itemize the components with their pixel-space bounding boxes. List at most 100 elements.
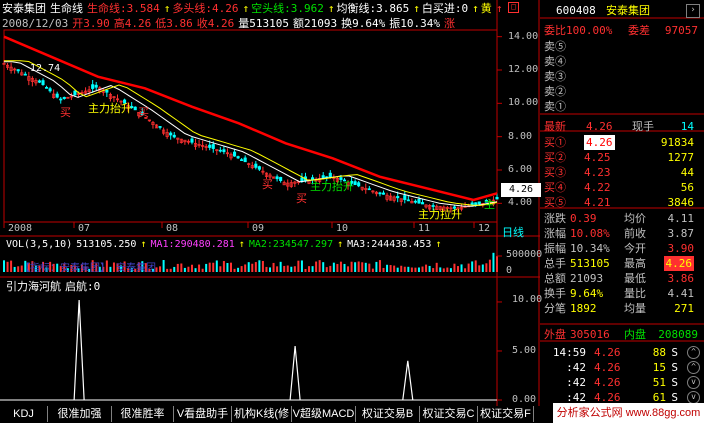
maximize-icon[interactable]: □	[508, 2, 519, 13]
ask-row[interactable]: 卖①	[540, 99, 704, 114]
volume-bar	[180, 263, 183, 272]
volume-ma3: MA3:244438.453	[347, 239, 432, 250]
volume-bar	[386, 264, 389, 272]
volume-bar	[364, 262, 367, 272]
price-axis-label: 14.00	[508, 30, 539, 42]
bar-date: 2008/12/03	[2, 17, 69, 30]
stat-value: 3.90	[667, 242, 695, 255]
indicator-tab[interactable]: 权证交易F	[478, 406, 534, 422]
volume-bar	[474, 260, 477, 272]
ohlc-header: 2008/12/03 开3.90 高4.26 低3.86 收4.26 量513105 额21…	[2, 17, 463, 31]
volume-bar	[162, 260, 165, 272]
candle	[353, 181, 357, 185]
bid-row[interactable]: 买② 4.25 1277	[540, 150, 704, 165]
volume-value: 513105.250	[76, 239, 137, 250]
volume-title[interactable]: VOL(3,5,10)	[6, 239, 72, 250]
indicator-tab[interactable]: V超级MACD	[292, 406, 356, 422]
price-axis-label: 10.00	[508, 97, 539, 109]
bid-row[interactable]: 买③ 4.23 44	[540, 165, 704, 180]
header-value: 多头线:4.26	[172, 2, 239, 15]
ma-line	[4, 60, 498, 206]
volume-bar	[233, 268, 236, 272]
bid-price: 4.25	[584, 151, 611, 164]
bid-row[interactable]: 买① 4.26 91834	[540, 135, 704, 150]
ask-row[interactable]: 卖②	[540, 84, 704, 99]
header-value: 黄	[480, 2, 492, 15]
candle	[218, 149, 222, 152]
volume-bar	[496, 256, 498, 272]
volume-bar	[6, 261, 9, 272]
indicator2-name[interactable]: 引力海河航	[6, 280, 61, 293]
scroll-button-icon[interactable]: v	[687, 376, 700, 389]
scroll-button-icon[interactable]: ^	[687, 361, 700, 374]
indicator-tab[interactable]: KDJ	[0, 406, 48, 422]
date-axis-label: 12	[478, 223, 491, 234]
volume-bar	[432, 268, 435, 272]
indicator-tab[interactable]: 机构K线(修	[232, 406, 292, 422]
volume-bar	[329, 265, 332, 272]
indicator-tab[interactable]: V看盘助手	[174, 406, 232, 422]
volume-bar	[361, 262, 364, 272]
bid-row[interactable]: 买④ 4.22 56	[540, 180, 704, 195]
stat-value: 3.86	[667, 272, 695, 285]
volume-bar	[343, 263, 346, 272]
volume-bar	[247, 262, 250, 272]
volume-bar	[357, 261, 360, 272]
bid-price: 4.26	[584, 135, 615, 150]
stock-name[interactable]: 安泰集团	[2, 2, 46, 15]
volume-bar	[208, 262, 211, 272]
indicator2-peak	[402, 360, 414, 401]
high-price-marker: 12.74	[30, 63, 61, 74]
ask-row[interactable]: 卖③	[540, 69, 704, 84]
date-axis-label: 09	[252, 223, 265, 234]
indicator-tab[interactable]: 很准加强	[48, 406, 112, 422]
outer-volume: 305016	[570, 328, 610, 341]
tick-row: :42 4.26 51 Sv	[540, 375, 704, 390]
buy-signal: 买	[296, 192, 307, 205]
indicator-tab[interactable]: 权证交易B	[356, 406, 420, 422]
ohlc-value: 低3.86	[155, 17, 193, 30]
indicator-tab[interactable]: 权证交易C	[420, 406, 478, 422]
period-label[interactable]: 日线	[502, 224, 524, 240]
indicator-tab[interactable]: 很准胜率	[112, 406, 174, 422]
volume-bar	[254, 262, 257, 272]
volume-bar	[219, 266, 222, 272]
volume-bar	[283, 265, 286, 272]
indicator-name[interactable]: 生命线	[50, 2, 83, 15]
volume-bar	[407, 266, 410, 272]
stat-value: 1892	[570, 302, 597, 315]
volume-bar	[190, 264, 193, 272]
volume-bar	[297, 260, 300, 272]
inner-volume: 208089	[658, 328, 698, 341]
stat-row: 换手 9.64% 量比 4.41	[544, 287, 695, 300]
stat-value: 4.41	[667, 287, 695, 300]
volume-bar	[244, 264, 247, 272]
ohlc-value: 换9.64%	[341, 17, 386, 30]
scroll-up-icon[interactable]: ↑	[496, 2, 503, 15]
commit-diff: 97057	[664, 24, 698, 37]
ask-row[interactable]: 卖④	[540, 54, 704, 69]
volume-bar	[222, 261, 225, 272]
candle	[48, 88, 52, 92]
volume-bar	[375, 261, 378, 272]
candle	[41, 80, 45, 85]
ask-row[interactable]: 卖⑤	[540, 39, 704, 54]
volume-bar	[467, 263, 470, 272]
candle	[378, 192, 382, 195]
volume-bar	[269, 267, 272, 272]
volume-bar	[347, 266, 350, 272]
volume-bar	[258, 260, 261, 272]
candle	[172, 134, 176, 138]
volume-bar	[439, 267, 442, 272]
volume-bar	[315, 261, 318, 272]
candle	[208, 144, 212, 148]
candle	[73, 90, 77, 96]
scroll-arrow-icon[interactable]: ›	[686, 4, 700, 18]
scroll-button-icon[interactable]: ^	[687, 346, 700, 359]
bid-volume: 1277	[667, 151, 695, 164]
ohlc-value: 量513105	[238, 17, 289, 30]
bid-row[interactable]: 买⑤ 4.21 3846	[540, 195, 704, 210]
current-hand: 14	[680, 120, 694, 133]
stat-value: 21093	[570, 272, 604, 285]
indicator2-peak	[73, 299, 85, 401]
